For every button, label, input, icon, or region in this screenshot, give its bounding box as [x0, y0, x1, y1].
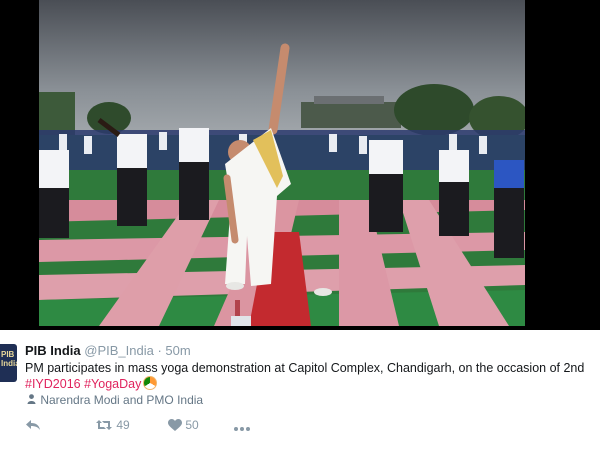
tweet-text: PM participates in mass yoga demonstrati…: [25, 361, 595, 392]
tagged-people-label: Narendra Modi and PMO India: [40, 393, 204, 407]
yoga-emoji-icon: [143, 376, 158, 390]
tweet-media[interactable]: [0, 0, 600, 330]
reply-button[interactable]: [25, 418, 41, 432]
more-icon: [234, 427, 250, 431]
separator: ·: [157, 343, 162, 358]
heart-icon: [168, 419, 182, 431]
avatar[interactable]: PIBIndia: [0, 344, 17, 382]
hashtag-iyd2016[interactable]: #IYD2016: [25, 377, 81, 391]
account-name[interactable]: PIB India: [25, 343, 81, 358]
tweet-body: PM participates in mass yoga demonstrati…: [25, 361, 585, 375]
hashtag-yogaday[interactable]: #YogaDay: [84, 377, 141, 391]
person-icon: [25, 393, 37, 407]
tagged-people[interactable]: Narendra Modi and PMO India: [25, 393, 203, 407]
yoga-demonstration-photo[interactable]: [39, 0, 525, 326]
like-count: 50: [185, 418, 199, 432]
like-button[interactable]: 50: [168, 418, 199, 432]
tweet-time[interactable]: 50m: [165, 343, 190, 358]
tweet-card: PIBIndia PIB India @PIB_India · 50m PM p…: [0, 330, 600, 450]
more-button[interactable]: [233, 418, 251, 432]
account-handle[interactable]: @PIB_India: [84, 343, 154, 358]
tweet-header: PIB India @PIB_India · 50m: [25, 343, 191, 358]
retweet-icon: [96, 420, 112, 430]
retweet-button[interactable]: 49: [95, 418, 130, 432]
reply-icon: [26, 420, 40, 430]
avatar-text: PIBIndia: [1, 350, 17, 368]
retweet-count: 49: [116, 418, 130, 432]
